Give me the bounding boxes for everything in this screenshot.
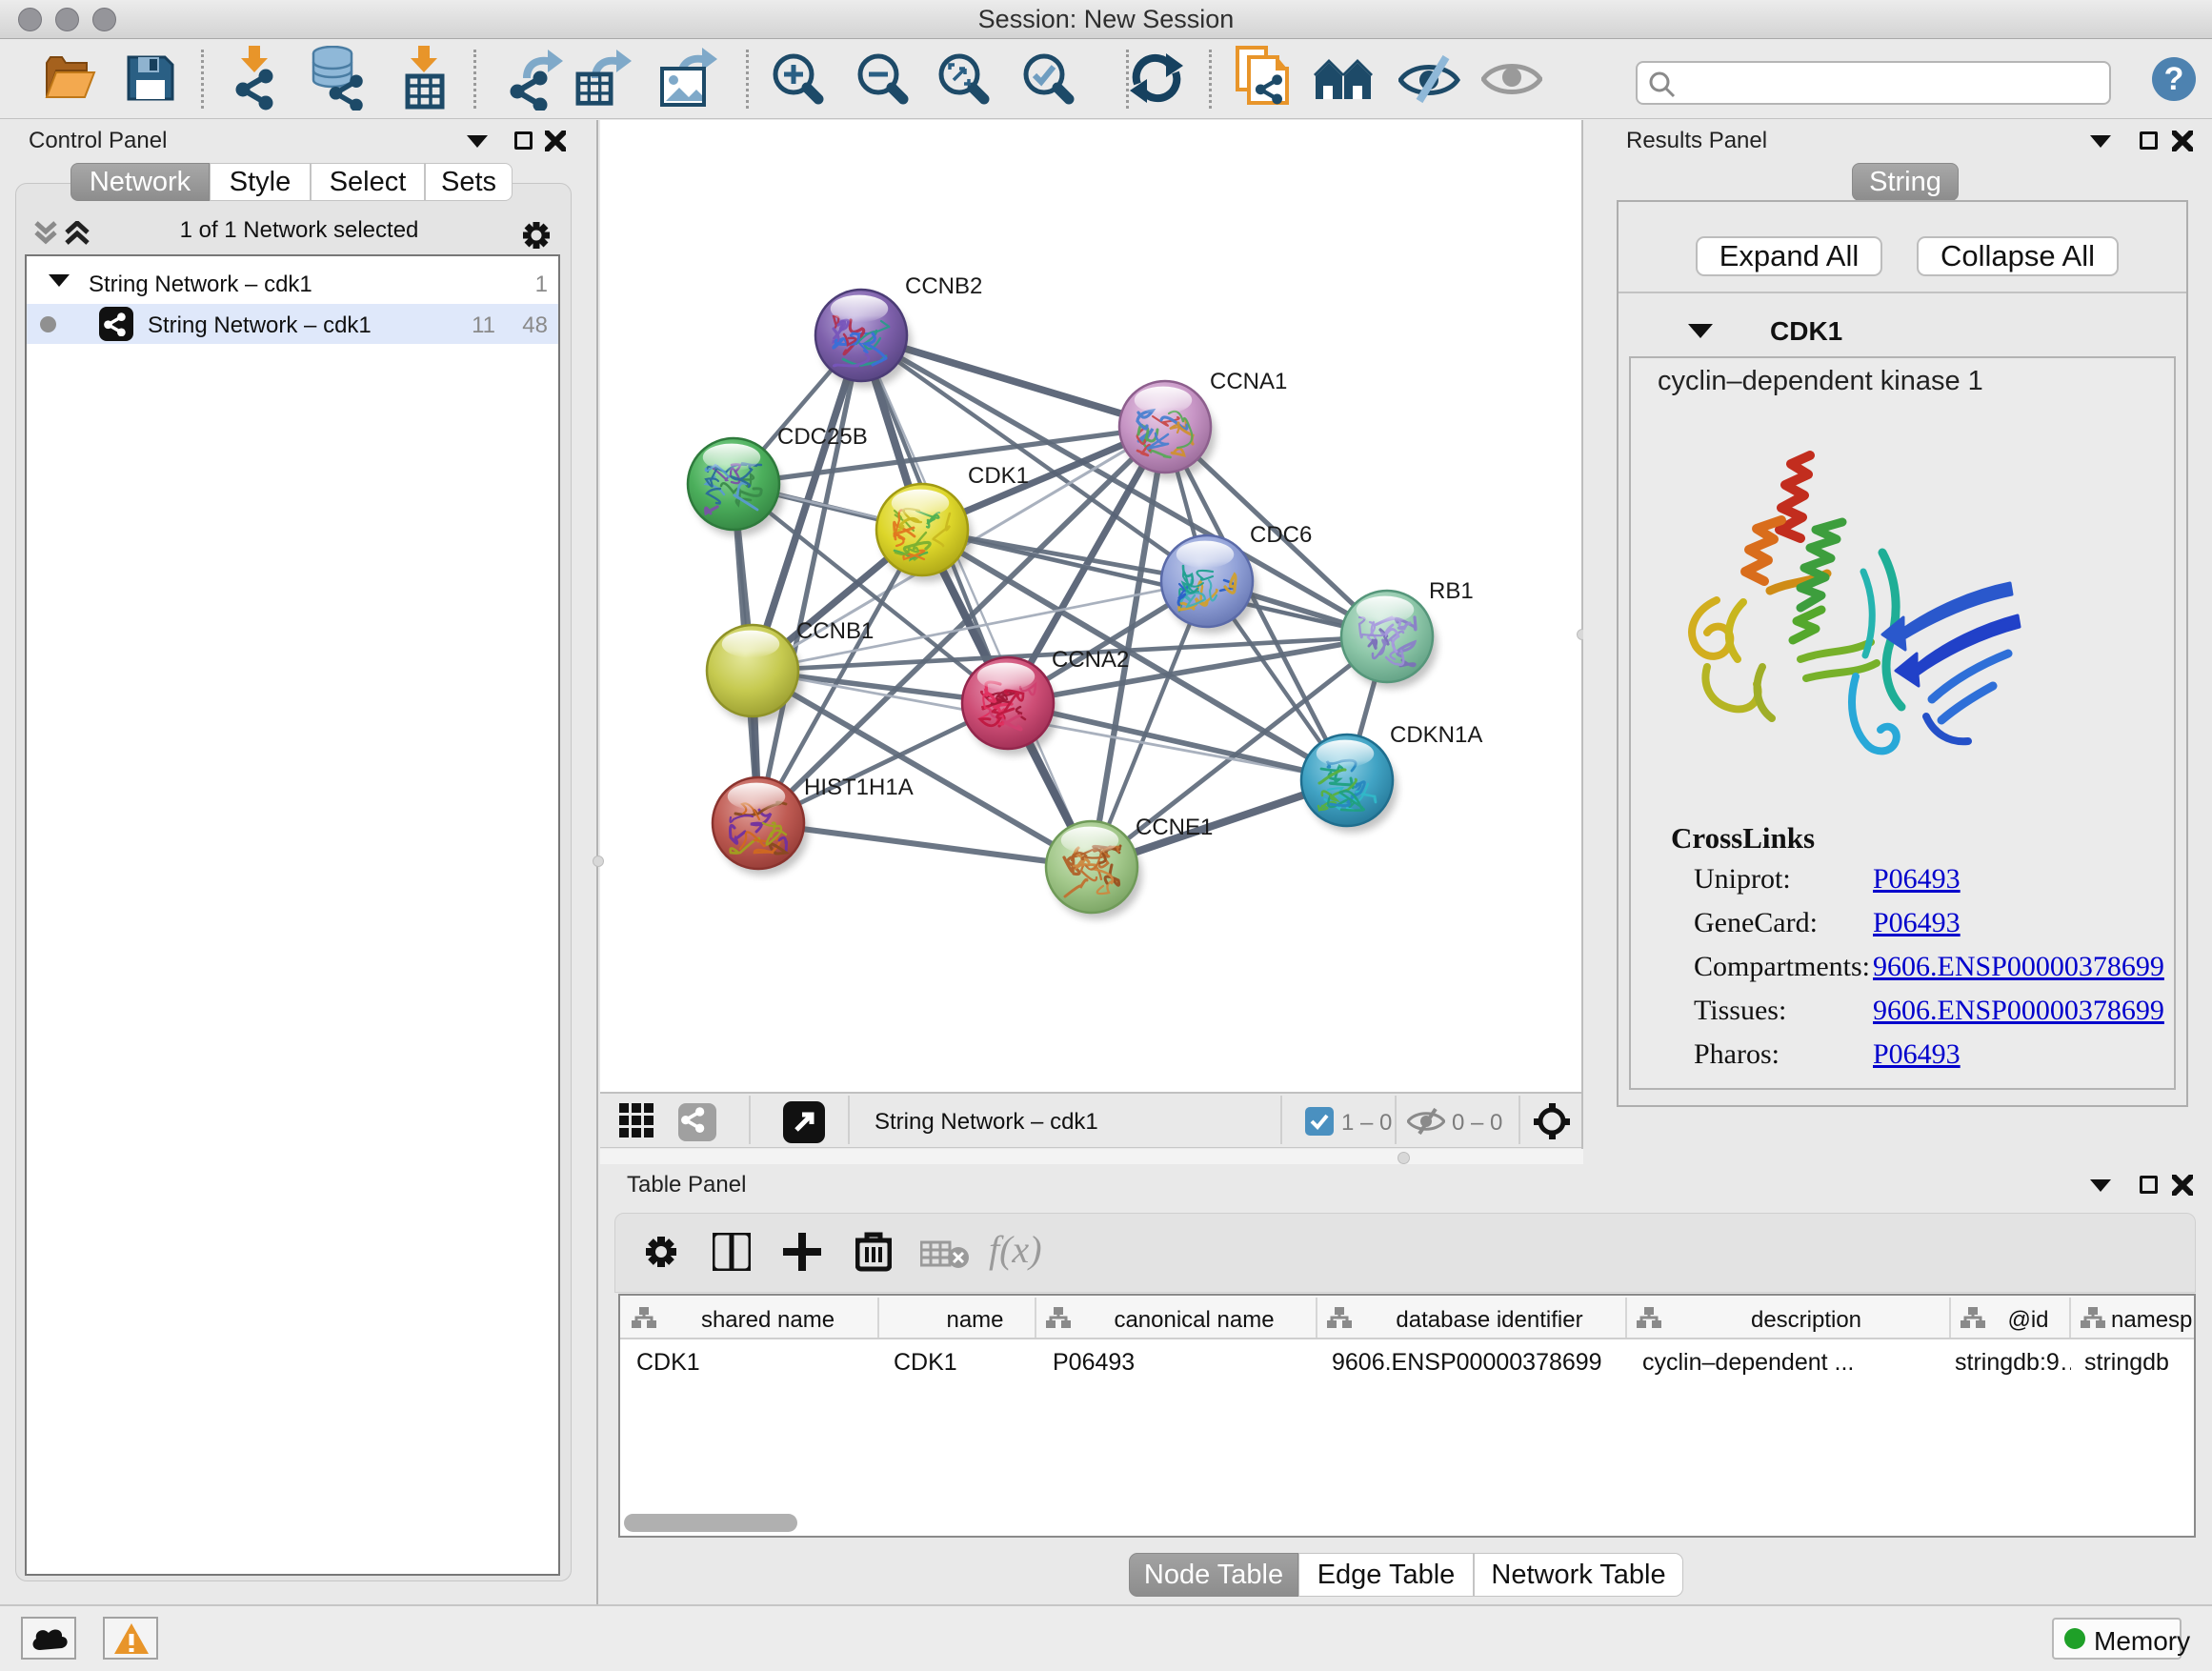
svg-text:CCNA2: CCNA2 <box>1052 647 1129 673</box>
svg-text:CDC25B: CDC25B <box>777 424 868 450</box>
svg-text:RB1: RB1 <box>1429 578 1474 604</box>
svg-text:HIST1H1A: HIST1H1A <box>804 775 914 800</box>
svg-text:CDK1: CDK1 <box>968 463 1029 489</box>
svg-text:CCNB1: CCNB1 <box>796 618 874 644</box>
svg-text:CDKN1A: CDKN1A <box>1390 722 1482 748</box>
svg-text:CCNA1: CCNA1 <box>1210 369 1287 394</box>
svg-text:CDC6: CDC6 <box>1250 522 1312 548</box>
svg-text:CCNE1: CCNE1 <box>1136 815 1213 840</box>
svg-text:CCNB2: CCNB2 <box>905 273 982 299</box>
